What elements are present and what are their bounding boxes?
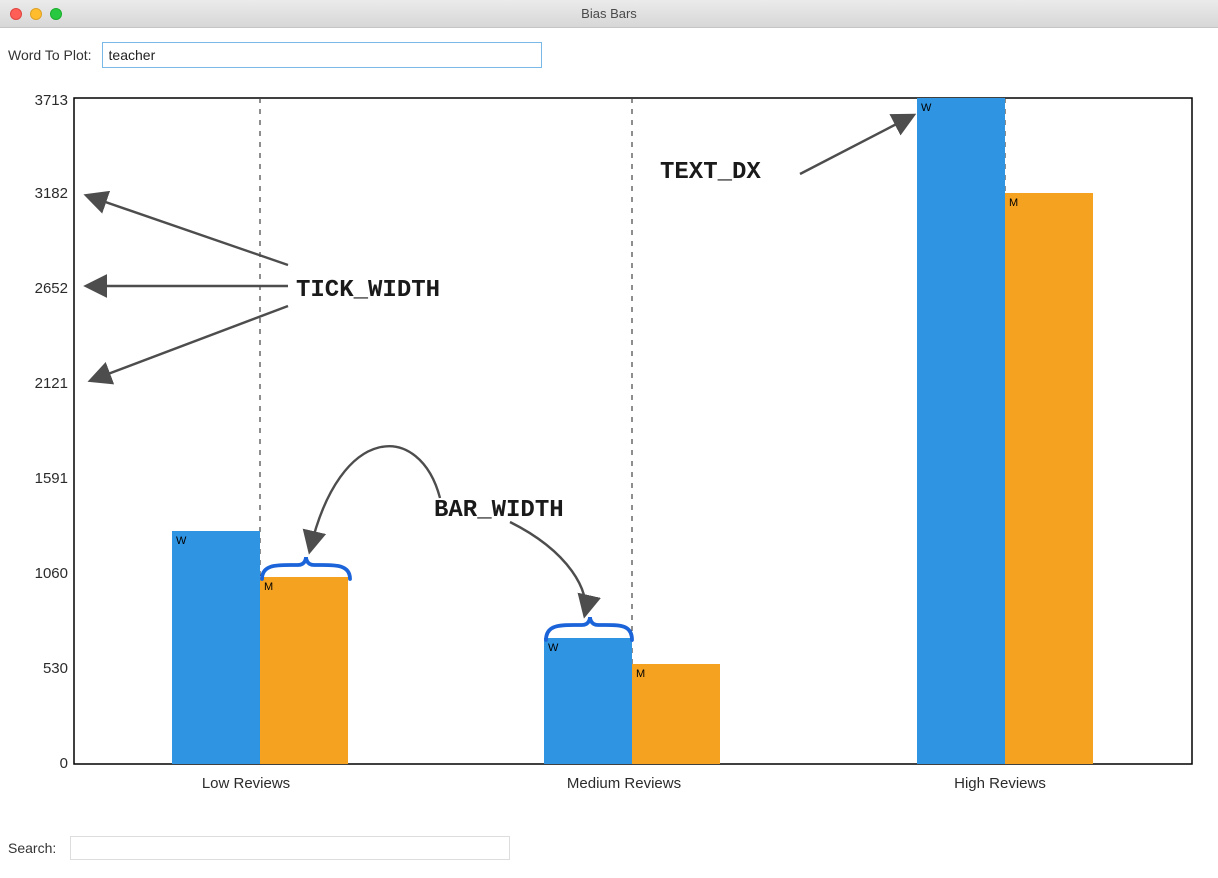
brace-2 xyxy=(546,617,632,640)
brace-1 xyxy=(262,557,350,579)
chart-container: 0 530 1060 1591 2121 2652 3182 3713 W M … xyxy=(0,76,1218,822)
annotation-text-dx: TEXT_DX xyxy=(660,159,761,186)
y-tick-2: 1060 xyxy=(35,565,68,582)
bar-med-w xyxy=(544,638,632,764)
xlabel-low: Low Reviews xyxy=(202,775,290,792)
bar-high-w-label: W xyxy=(921,102,932,114)
window-content: Word To Plot: 0 530 1060 1591 2121 2652 … xyxy=(0,28,1218,878)
zoom-icon[interactable] xyxy=(50,8,62,20)
arrow-text-dx xyxy=(800,116,912,174)
annotation-bar-width: BAR_WIDTH xyxy=(434,497,564,524)
arrow-bar-1 xyxy=(310,446,440,550)
y-tick-6: 3182 xyxy=(35,185,68,202)
word-to-plot-input[interactable] xyxy=(102,42,542,68)
bar-low-m-label: M xyxy=(264,581,273,593)
word-to-plot-label: Word To Plot: xyxy=(8,47,92,63)
bar-med-m xyxy=(632,664,720,764)
y-tick-7: 3713 xyxy=(35,92,68,109)
search-row: Search: xyxy=(0,822,1218,868)
bar-low-w xyxy=(172,531,260,764)
search-label: Search: xyxy=(8,840,56,856)
bar-med-m-label: M xyxy=(636,668,645,680)
close-icon[interactable] xyxy=(10,8,22,20)
arrow-bar-2 xyxy=(510,522,586,614)
y-tick-1: 530 xyxy=(43,660,68,677)
word-to-plot-row: Word To Plot: xyxy=(0,28,1218,76)
minimize-icon[interactable] xyxy=(30,8,42,20)
bar-high-m xyxy=(1005,193,1093,764)
bar-high-w xyxy=(917,98,1005,764)
bar-med-w-label: W xyxy=(548,642,559,654)
y-tick-0: 0 xyxy=(60,755,68,772)
y-tick-3: 1591 xyxy=(35,470,68,487)
arrow-tick-3 xyxy=(92,306,288,380)
window-titlebar: Bias Bars xyxy=(0,0,1218,28)
search-input[interactable] xyxy=(70,836,510,860)
y-tick-5: 2652 xyxy=(35,280,68,297)
xlabel-medium: Medium Reviews xyxy=(567,775,681,792)
window-controls xyxy=(10,8,62,20)
xlabel-high: High Reviews xyxy=(954,775,1046,792)
bias-bars-chart: 0 530 1060 1591 2121 2652 3182 3713 W M … xyxy=(10,92,1200,822)
annotation-tick-width: TICK_WIDTH xyxy=(296,277,440,304)
arrow-tick-1 xyxy=(88,196,288,265)
bar-low-w-label: W xyxy=(176,535,187,547)
y-axis: 0 530 1060 1591 2121 2652 3182 3713 xyxy=(35,92,68,772)
bar-high-m-label: M xyxy=(1009,197,1018,209)
y-tick-4: 2121 xyxy=(35,375,68,392)
bar-low-m xyxy=(260,577,348,764)
window-title: Bias Bars xyxy=(581,6,637,21)
